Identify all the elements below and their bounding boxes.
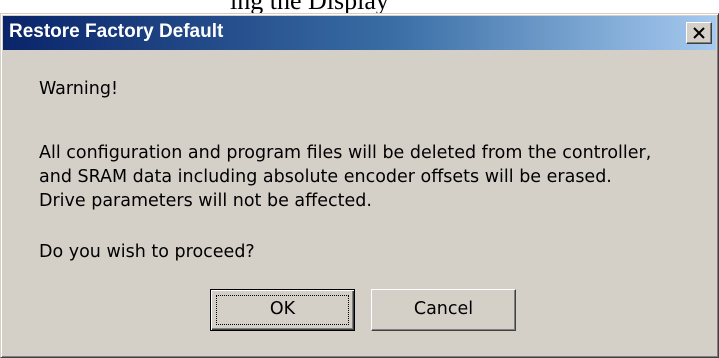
message-line: Drive parameters will not be affected. xyxy=(39,191,372,211)
warning-heading: Warning! xyxy=(39,79,118,99)
title-bar[interactable]: Restore Factory Default xyxy=(3,16,716,50)
message-line: All configuration and program files will… xyxy=(39,143,652,163)
ok-button-label: OK xyxy=(269,299,296,319)
ok-button[interactable]: OK xyxy=(210,289,355,331)
cancel-button-label: Cancel xyxy=(413,299,474,319)
cancel-button[interactable]: Cancel xyxy=(371,289,516,331)
close-icon xyxy=(693,27,705,39)
close-button[interactable] xyxy=(686,22,712,44)
dialog-title: Restore Factory Default xyxy=(9,21,224,42)
restore-factory-default-dialog: Restore Factory Default Warning! All con… xyxy=(0,13,719,358)
message-line: and SRAM data including absolute encoder… xyxy=(39,167,612,187)
confirmation-question: Do you wish to proceed? xyxy=(39,242,255,262)
